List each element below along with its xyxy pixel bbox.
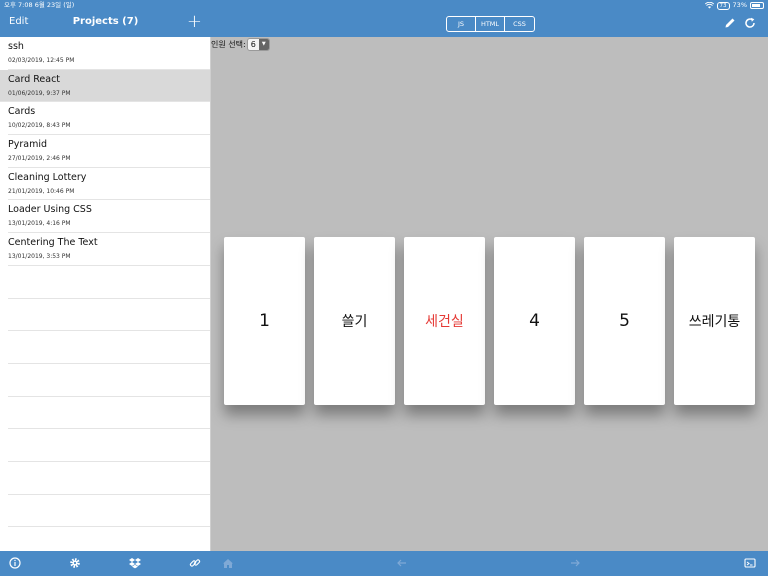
card[interactable]: 쓰레기통 bbox=[674, 237, 755, 405]
card-text: 쓸기 bbox=[341, 314, 368, 330]
dropdown-arrow-icon: ▼ bbox=[258, 38, 269, 50]
battery-percent: 73% bbox=[732, 1, 747, 9]
project-list: ssh 02/03/2019, 12:45 PM Card React 01/06/2… bbox=[0, 37, 211, 551]
project-name: Centering The Text bbox=[8, 237, 98, 249]
empty-list-row bbox=[8, 495, 210, 528]
card[interactable]: 4 bbox=[494, 237, 575, 405]
player-count-select[interactable]: 6 ▼ bbox=[246, 37, 270, 51]
empty-list-row bbox=[8, 364, 210, 397]
project-name: Cleaning Lottery bbox=[8, 171, 87, 183]
project-list-item[interactable]: Loader Using CSS 13/01/2019, 4:16 PM bbox=[8, 200, 210, 234]
card-text: 5 bbox=[619, 311, 630, 331]
empty-list-row bbox=[8, 462, 210, 495]
gear-icon[interactable] bbox=[69, 557, 81, 569]
project-list-item[interactable]: Cards 10/02/2019, 8:43 PM bbox=[8, 102, 210, 136]
refresh-icon[interactable] bbox=[744, 17, 756, 29]
battery-icon bbox=[750, 2, 764, 9]
tab-js[interactable]: JS bbox=[447, 17, 476, 31]
project-name: Cards bbox=[8, 106, 36, 118]
card[interactable]: 5 bbox=[584, 237, 665, 405]
sidebar-header: Edit Projects (7) + bbox=[0, 11, 211, 37]
sidebar-footer bbox=[0, 551, 211, 576]
dropbox-icon[interactable] bbox=[129, 557, 141, 569]
battery-badge: 73 bbox=[716, 1, 730, 10]
card-text: 쓰레기통 bbox=[688, 314, 741, 330]
tab-html[interactable]: HTML bbox=[476, 17, 505, 31]
sidebar-title: Projects (7) bbox=[72, 16, 139, 27]
editor-toolbar: JS HTML CSS bbox=[211, 11, 768, 37]
preview-footer bbox=[211, 551, 768, 576]
empty-list-row bbox=[8, 266, 210, 299]
project-list-item[interactable]: ssh 02/03/2019, 12:45 PM bbox=[8, 37, 210, 70]
forward-arrow-icon[interactable] bbox=[569, 557, 581, 569]
project-name: Loader Using CSS bbox=[8, 204, 92, 216]
project-date: 02/03/2019, 12:45 PM bbox=[8, 57, 75, 64]
tab-css[interactable]: CSS bbox=[505, 17, 534, 31]
empty-list-row bbox=[8, 397, 210, 430]
back-arrow-icon[interactable] bbox=[396, 557, 408, 569]
home-icon[interactable] bbox=[222, 557, 234, 569]
link-icon[interactable] bbox=[189, 557, 201, 569]
add-project-button[interactable]: + bbox=[187, 12, 202, 32]
project-list-item[interactable]: Cleaning Lottery 21/01/2019, 10:46 PM bbox=[8, 168, 210, 201]
project-name: ssh bbox=[8, 41, 24, 52]
project-list-item[interactable]: Card React 01/06/2019, 9:37 PM bbox=[0, 69, 210, 103]
empty-list-row bbox=[8, 331, 210, 364]
empty-list-row bbox=[8, 299, 210, 332]
preview-pane: 인원 선택: 6 ▼ 1 쓸기 세건실 4 5 쓰레기통 bbox=[211, 37, 768, 551]
player-select: 인원 선택: 6 ▼ bbox=[211, 37, 270, 51]
project-list-item[interactable]: Pyramid 27/01/2019, 2:46 PM bbox=[8, 135, 210, 168]
player-select-label: 인원 선택: bbox=[211, 39, 246, 49]
pencil-icon[interactable] bbox=[724, 17, 736, 29]
project-date: 10/02/2019, 8:43 PM bbox=[8, 122, 71, 130]
project-date: 13/01/2019, 4:16 PM bbox=[8, 220, 71, 228]
player-count-value: 6 bbox=[250, 39, 256, 49]
project-name: Pyramid bbox=[8, 139, 48, 151]
status-bar: 오후 7:08 6월 23일 (일) 73 73% bbox=[0, 0, 768, 11]
project-date: 27/01/2019, 2:46 PM bbox=[8, 155, 71, 163]
console-icon[interactable] bbox=[744, 557, 756, 569]
project-date: 21/01/2019, 10:46 PM bbox=[8, 187, 75, 195]
card-text: 1 bbox=[259, 311, 270, 331]
card-text: 세건실 bbox=[425, 314, 464, 330]
language-tabs: JS HTML CSS bbox=[446, 16, 535, 32]
status-time-date: 오후 7:08 6월 23일 (일) bbox=[4, 1, 75, 9]
wifi-icon bbox=[704, 2, 714, 9]
project-date: 13/01/2019, 3:53 PM bbox=[8, 253, 71, 261]
project-name: Card React bbox=[8, 73, 61, 85]
project-date: 01/06/2019, 9:37 PM bbox=[8, 89, 71, 97]
card[interactable]: 세건실 bbox=[404, 237, 485, 405]
card[interactable]: 1 bbox=[224, 237, 305, 405]
empty-list-row bbox=[8, 429, 210, 462]
status-right: 73 73% bbox=[704, 0, 764, 11]
project-list-item[interactable]: Centering The Text 13/01/2019, 3:53 PM bbox=[8, 233, 210, 266]
card-text: 4 bbox=[529, 311, 540, 331]
info-icon[interactable] bbox=[9, 557, 21, 569]
card[interactable]: 쓸기 bbox=[314, 237, 395, 405]
